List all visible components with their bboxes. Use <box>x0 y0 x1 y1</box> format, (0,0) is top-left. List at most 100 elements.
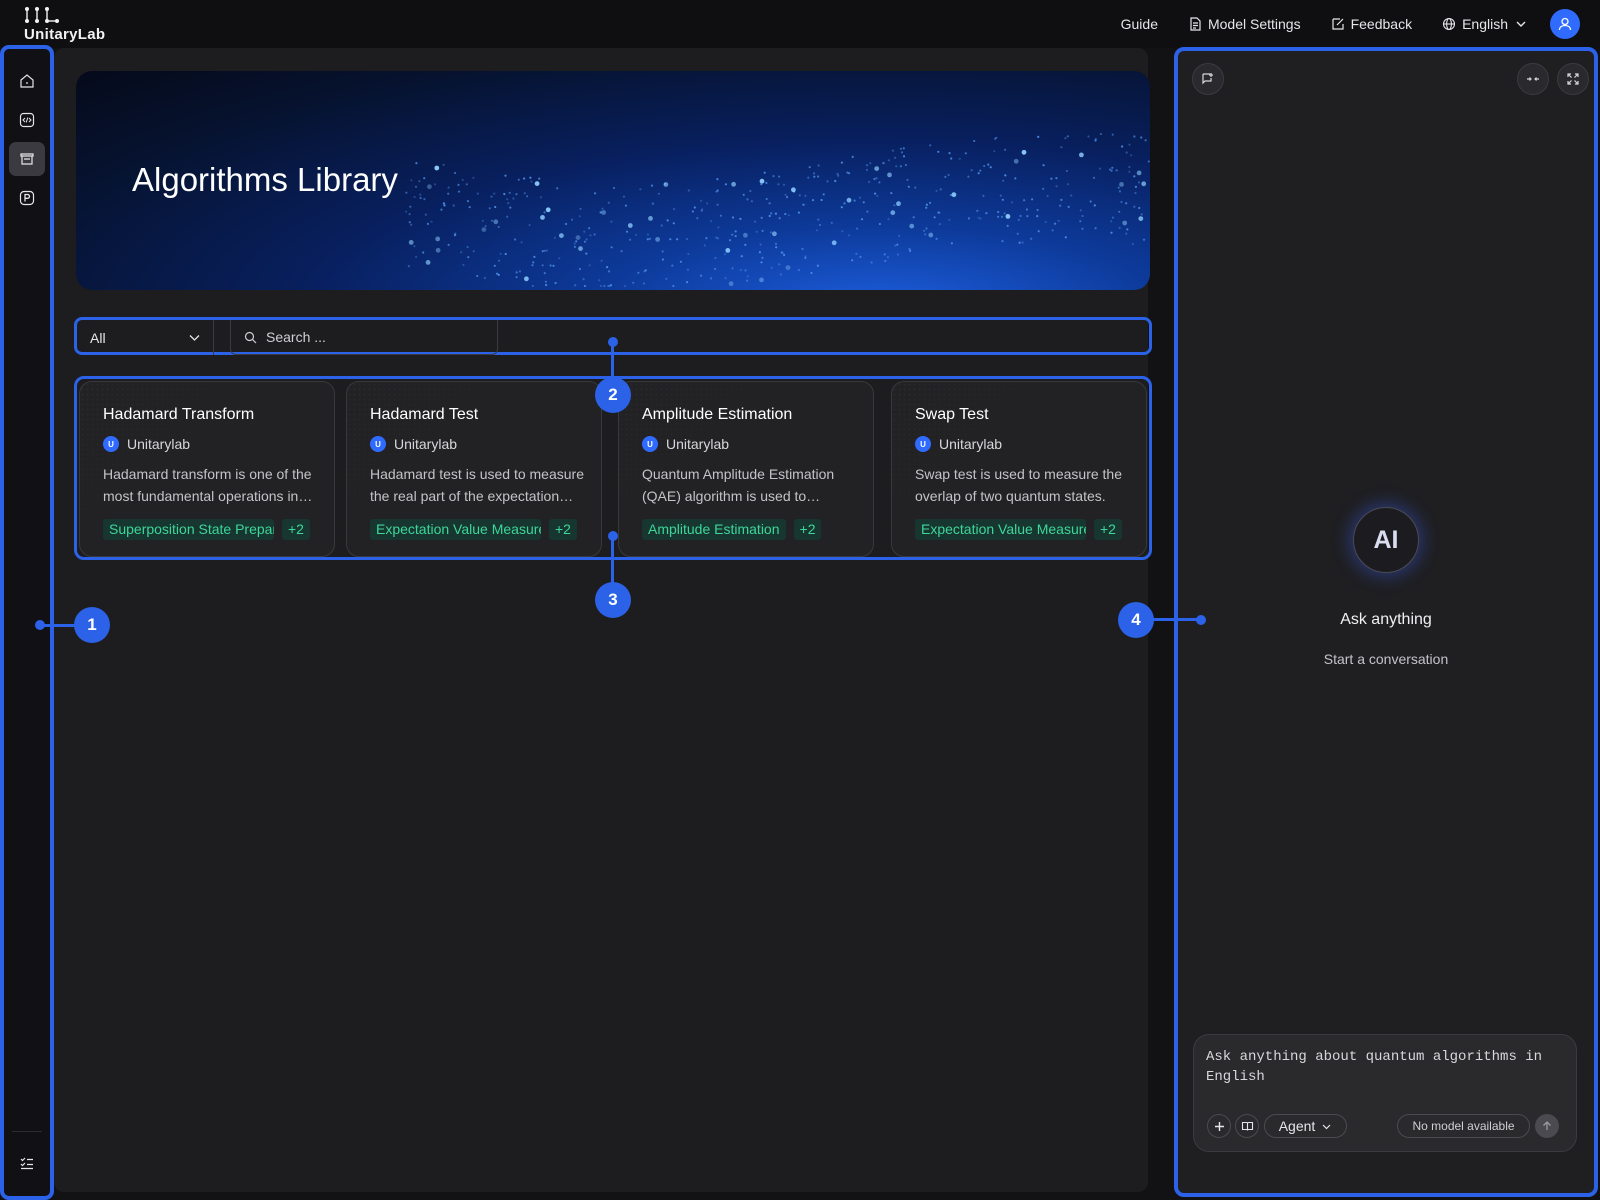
particle-dot <box>1025 208 1028 211</box>
card-title: Hadamard Test <box>370 406 479 423</box>
card-tag-more[interactable]: +2 <box>549 519 577 540</box>
particle-dot <box>573 242 576 245</box>
particle-dot <box>731 181 736 187</box>
particle-dot <box>979 169 982 172</box>
card-tag[interactable]: Amplitude Estimation <box>642 519 786 540</box>
particle-dot <box>742 193 745 196</box>
particle-dot <box>503 192 506 196</box>
particle-dot <box>851 155 854 158</box>
particle-dot <box>657 192 661 195</box>
particle-dot <box>414 185 418 188</box>
particle-dot <box>413 195 416 199</box>
algorithm-card[interactable]: Hadamard Transform U Unitarylab Hadamard … <box>79 381 335 557</box>
particle-dot <box>705 237 708 240</box>
particle-dot <box>554 281 557 285</box>
particle-dot <box>543 211 546 214</box>
card-tag-more[interactable]: +2 <box>1094 519 1122 540</box>
particle-dot <box>843 202 846 205</box>
particle-dot <box>797 211 801 214</box>
chevron-down-icon <box>1516 21 1526 27</box>
particle-dot <box>997 215 1000 218</box>
user-avatar[interactable] <box>1550 9 1580 39</box>
particle-dot <box>531 264 534 267</box>
particle-dot <box>578 215 581 218</box>
feedback-link[interactable]: Feedback <box>1331 16 1412 32</box>
particle-dot <box>778 263 781 266</box>
guide-link[interactable]: Guide <box>1121 16 1158 32</box>
send-button[interactable] <box>1535 1114 1559 1138</box>
particle-dot <box>1110 220 1113 223</box>
particle-dot <box>715 236 718 239</box>
algorithm-card[interactable]: Hadamard Test U Unitarylab Hadamard test … <box>346 381 602 557</box>
particle-dot <box>1036 208 1039 212</box>
particle-dot <box>744 269 747 272</box>
agent-mode-select[interactable]: Agent <box>1264 1114 1347 1138</box>
particle-dot <box>1111 216 1114 219</box>
particle-dot <box>731 216 735 219</box>
particle-dot <box>504 252 507 256</box>
algorithm-card[interactable]: Amplitude Estimation U Unitarylab Quantum… <box>618 381 874 557</box>
particle-dot <box>1087 135 1090 138</box>
particle-dot <box>744 243 747 246</box>
particle-dot <box>520 241 523 244</box>
particle-dot <box>1133 205 1136 208</box>
particle-dot <box>869 162 872 165</box>
particle-dot <box>786 196 789 199</box>
new-chat-button[interactable] <box>1192 63 1224 95</box>
particle-dot <box>1046 194 1049 197</box>
algorithm-card[interactable]: Swap Test U Unitarylab Swap test is used … <box>891 381 1147 557</box>
plus-icon <box>1214 1121 1224 1131</box>
particle-dot <box>909 223 915 229</box>
particle-dot <box>506 198 509 201</box>
particle-dot <box>543 272 546 275</box>
fullscreen-button[interactable] <box>1557 63 1589 95</box>
card-tag-more[interactable]: +2 <box>282 519 310 540</box>
library-banner: Algorithms Library <box>76 71 1150 290</box>
particle-dot <box>925 203 929 206</box>
card-tag-more[interactable]: +2 <box>793 519 822 540</box>
particle-dot <box>610 220 613 223</box>
particle-dot <box>1026 215 1029 218</box>
card-tag[interactable]: Superposition State Preparation <box>103 519 274 540</box>
logo[interactable]: UnitaryLab <box>24 4 114 44</box>
particle-dot <box>606 266 609 269</box>
particle-dot <box>476 192 479 195</box>
particle-dot <box>435 247 441 253</box>
attach-button[interactable] <box>1207 1114 1231 1138</box>
card-description: Swap test is used to measure the overlap… <box>915 466 1122 504</box>
particle-dot <box>1037 230 1040 233</box>
particle-dot <box>761 229 764 232</box>
card-tag[interactable]: Expectation Value Measurement <box>915 519 1086 540</box>
chat-input[interactable] <box>1206 1047 1546 1091</box>
particle-dot <box>1093 204 1096 207</box>
particle-dot <box>447 192 450 195</box>
particle-dot <box>490 219 494 222</box>
knowledge-button[interactable] <box>1235 1114 1259 1138</box>
card-tag[interactable]: Expectation Value Measurement <box>370 519 541 540</box>
particle-dot <box>1141 181 1147 187</box>
model-select[interactable]: No model available <box>1397 1114 1530 1138</box>
particle-dot <box>665 277 668 280</box>
particle-dot <box>1004 148 1007 151</box>
particle-dot <box>706 202 709 205</box>
search-input[interactable] <box>266 329 476 345</box>
particle-dot <box>565 222 568 226</box>
particle-dot <box>1019 214 1022 218</box>
particle-dot <box>661 258 665 261</box>
model-settings-link[interactable]: Model Settings <box>1188 16 1301 32</box>
collapse-panel-button[interactable] <box>1517 63 1549 95</box>
particle-dot <box>624 284 627 288</box>
particle-dot <box>768 202 771 205</box>
particle-dot <box>1017 218 1020 221</box>
arrow-up-icon <box>1543 1121 1551 1130</box>
particle-dot <box>457 190 461 193</box>
particle-dot <box>1099 167 1102 170</box>
particle-dot <box>687 252 690 256</box>
particle-dot <box>529 176 532 179</box>
category-select[interactable]: All <box>79 320 214 355</box>
particle-dot <box>442 202 445 205</box>
language-select[interactable]: English <box>1442 16 1528 32</box>
particle-dot <box>526 195 529 198</box>
particle-dot <box>724 183 728 186</box>
chat-empty-title: Ask anything <box>1340 611 1432 628</box>
